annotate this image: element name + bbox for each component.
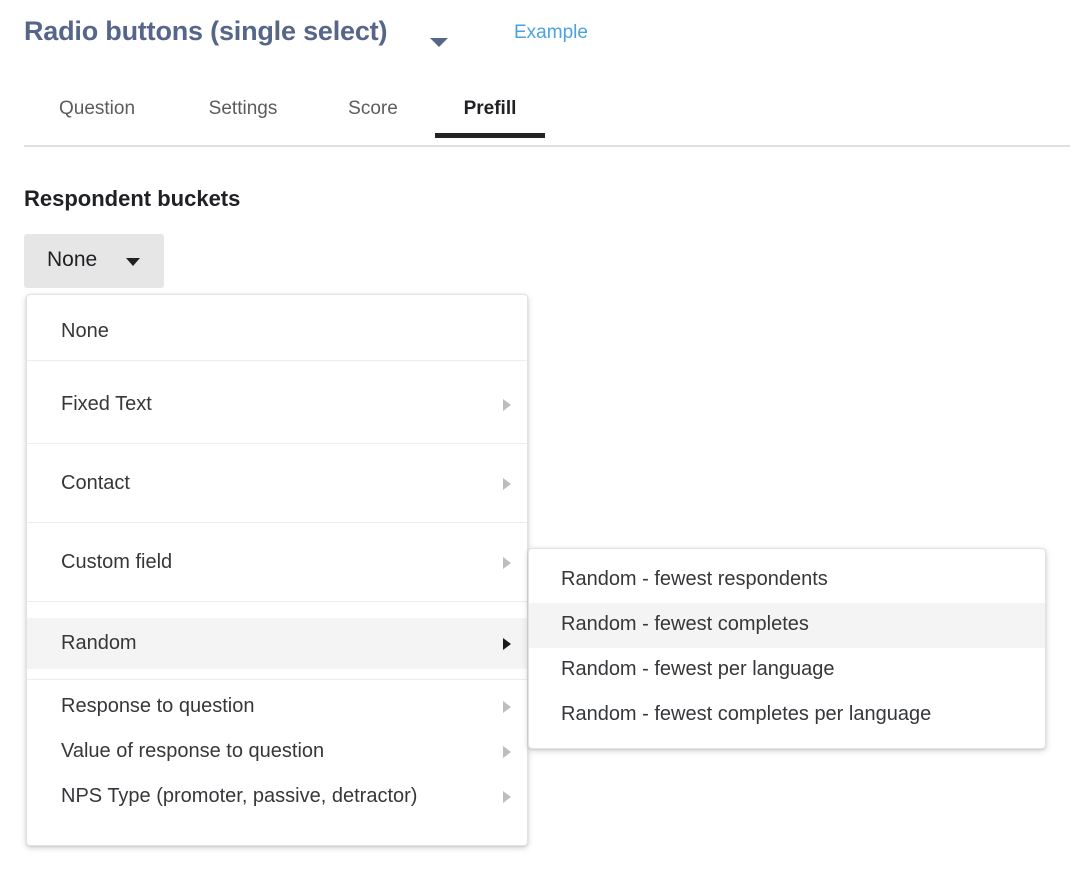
example-link[interactable]: Example	[514, 22, 588, 44]
tab-question[interactable]: Question	[30, 88, 164, 140]
chevron-right-icon	[503, 638, 511, 650]
app-root: Radio buttons (single select) Example Qu…	[0, 0, 1078, 875]
menu-divider	[27, 522, 527, 523]
submenu-item[interactable]: Random - fewest per language	[529, 648, 1045, 693]
chevron-right-icon	[503, 399, 511, 411]
menu-item-label: Response to question	[61, 695, 255, 717]
menu-item-label: None	[61, 320, 109, 342]
tab-label: Prefill	[463, 98, 517, 119]
respondent-buckets-menu: None Fixed Text Contact Custom field Random R…	[26, 294, 528, 846]
menu-item-label: Contact	[61, 472, 130, 494]
chevron-right-icon	[503, 791, 511, 803]
menu-divider	[27, 679, 527, 680]
tab-prefill[interactable]: Prefill	[435, 88, 545, 140]
menu-divider	[27, 360, 527, 361]
chevron-right-icon	[503, 478, 511, 490]
chevron-right-icon	[503, 557, 511, 569]
submenu-item-label: Random - fewest respondents	[561, 568, 828, 590]
menu-item-label: Fixed Text	[61, 393, 152, 415]
tab-label: Score	[348, 98, 398, 119]
submenu-item[interactable]: Random - fewest completes	[529, 603, 1045, 648]
submenu-item-label: Random - fewest completes	[561, 613, 809, 635]
tab-label: Question	[58, 98, 136, 119]
tab-label: Settings	[208, 98, 278, 119]
submenu-item-label: Random - fewest completes per language	[561, 703, 932, 725]
tab-bar-divider	[24, 145, 1070, 147]
menu-item[interactable]: Random	[27, 618, 527, 669]
submenu-item-label: Random - fewest per language	[561, 658, 835, 680]
select-value: None	[47, 248, 98, 271]
menu-item[interactable]: Value of response to question	[27, 729, 527, 774]
tab-bar: Question Settings Score Prefill	[0, 88, 1078, 148]
menu-item[interactable]: Custom field	[27, 524, 527, 602]
tab-score[interactable]: Score	[330, 88, 416, 140]
menu-item-label: Custom field	[61, 551, 173, 573]
respondent-buckets-select[interactable]: None	[24, 234, 164, 288]
menu-item-label: Random	[61, 632, 137, 654]
menu-item[interactable]: Contact	[27, 445, 527, 523]
page-header: Radio buttons (single select) Example	[0, 0, 1078, 72]
tab-settings[interactable]: Settings	[188, 88, 298, 140]
menu-item-label: NPS Type (promoter, passive, detractor)	[61, 785, 418, 807]
menu-item[interactable]: Fixed Text	[27, 366, 527, 444]
menu-item[interactable]: Response to question	[27, 684, 527, 729]
menu-divider	[27, 443, 527, 444]
menu-divider	[27, 601, 527, 602]
menu-item[interactable]: NPS Type (promoter, passive, detractor)	[27, 774, 527, 819]
submenu-item[interactable]: Random - fewest respondents	[529, 558, 1045, 603]
submenu-item[interactable]: Random - fewest completes per language	[529, 693, 1045, 738]
chevron-right-icon	[503, 746, 511, 758]
page-title: Radio buttons (single select)	[24, 16, 388, 46]
random-submenu: Random - fewest respondents Random - fewe…	[528, 548, 1046, 749]
tab-active-indicator	[435, 133, 545, 138]
caret-down-icon	[126, 258, 140, 266]
chevron-right-icon	[503, 701, 511, 713]
menu-item[interactable]: None	[27, 299, 527, 365]
section-title: Respondent buckets	[24, 186, 241, 211]
caret-down-icon[interactable]	[430, 38, 448, 47]
menu-item-label: Value of response to question	[61, 740, 325, 762]
